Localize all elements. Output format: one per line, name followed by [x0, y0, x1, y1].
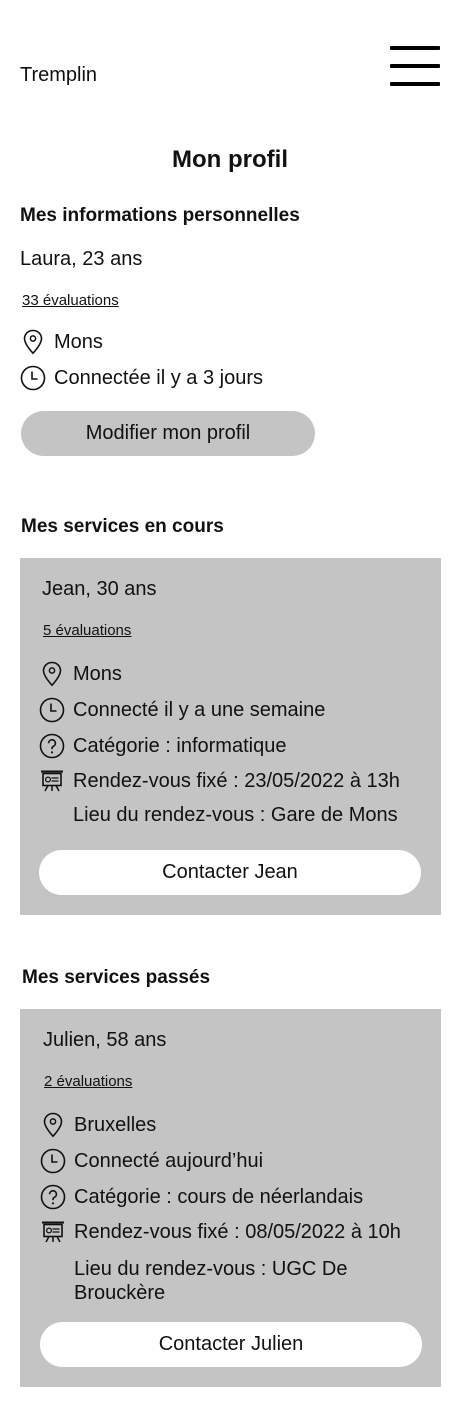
service-last-seen-text: Connecté aujourd’hui	[74, 1149, 264, 1172]
service-evaluations-link[interactable]: 2 évaluations	[44, 1073, 132, 1090]
map-pin-icon	[20, 329, 46, 355]
service-category: Catégorie : informatique	[39, 733, 286, 759]
menu-bar	[390, 82, 440, 86]
service-last-seen: Connecté il y a une semaine	[39, 697, 325, 723]
service-appointment: Rendez-vous fixé : 08/05/2022 à 10h	[40, 1219, 401, 1245]
service-appointment-place-text: Lieu du rendez-vous : Gare de Mons	[73, 804, 398, 826]
presentation-board-icon	[40, 1219, 66, 1245]
service-appointment-place-text: Lieu du rendez-vous : UGC De Brouckère	[74, 1258, 348, 1304]
service-location-text: Bruxelles	[74, 1113, 157, 1136]
service-category: Catégorie : cours de néerlandais	[40, 1184, 363, 1210]
profile-location-text: Mons	[54, 330, 103, 353]
contact-jean-button[interactable]: Contacter Jean	[39, 850, 421, 895]
menu-bar	[390, 46, 440, 50]
personal-info-heading: Mes informations personnelles	[20, 205, 300, 226]
app-brand[interactable]: Tremplin	[20, 64, 97, 87]
service-appointment: Rendez-vous fixé : 23/05/2022 à 13h	[39, 768, 400, 794]
hamburger-menu-icon[interactable]	[390, 44, 440, 90]
current-service-card: Jean, 30 ans 5 évaluations Mons Connecté…	[20, 558, 441, 915]
service-appointment-place: Lieu du rendez-vous : Gare de Mons	[39, 804, 398, 827]
service-appointment-text: Rendez-vous fixé : 08/05/2022 à 10h	[74, 1220, 401, 1243]
question-circle-icon	[39, 733, 65, 759]
service-location: Mons	[39, 661, 122, 687]
clock-icon	[20, 365, 46, 391]
presentation-board-icon	[39, 768, 65, 794]
past-service-card: Julien, 58 ans 2 évaluations Bruxelles C…	[20, 1009, 441, 1387]
menu-bar	[390, 64, 440, 68]
past-services-heading: Mes services passés	[22, 967, 211, 988]
clock-icon	[40, 1148, 66, 1174]
map-pin-icon	[39, 661, 65, 687]
profile-evaluations-link[interactable]: 33 évaluations	[22, 292, 119, 309]
page-title: Mon profil	[172, 146, 288, 173]
clock-icon	[39, 697, 65, 723]
service-evaluations-link[interactable]: 5 évaluations	[43, 622, 131, 639]
service-person-name: Jean, 30 ans	[42, 578, 157, 600]
contact-julien-button[interactable]: Contacter Julien	[40, 1322, 422, 1367]
service-category-text: Catégorie : informatique	[73, 734, 287, 757]
service-person-name: Julien, 58 ans	[43, 1029, 167, 1051]
service-category-text: Catégorie : cours de néerlandais	[74, 1185, 364, 1208]
question-circle-icon	[40, 1184, 66, 1210]
current-services-heading: Mes services en cours	[21, 516, 224, 537]
service-last-seen: Connecté aujourd’hui	[40, 1148, 263, 1174]
service-last-seen-text: Connecté il y a une semaine	[73, 698, 326, 721]
edit-profile-button[interactable]: Modifier mon profil	[21, 411, 315, 456]
profile-name: Laura, 23 ans	[20, 248, 143, 270]
profile-location: Mons	[20, 329, 103, 355]
service-appointment-text: Rendez-vous fixé : 23/05/2022 à 13h	[73, 769, 400, 792]
service-location-text: Mons	[73, 662, 122, 685]
profile-last-seen: Connectée il y a 3 jours	[20, 365, 263, 391]
service-location: Bruxelles	[40, 1112, 156, 1138]
profile-last-seen-text: Connectée il y a 3 jours	[54, 366, 264, 389]
service-appointment-place: Lieu du rendez-vous : UGC De Brouckère	[40, 1257, 370, 1305]
map-pin-icon	[40, 1112, 66, 1138]
